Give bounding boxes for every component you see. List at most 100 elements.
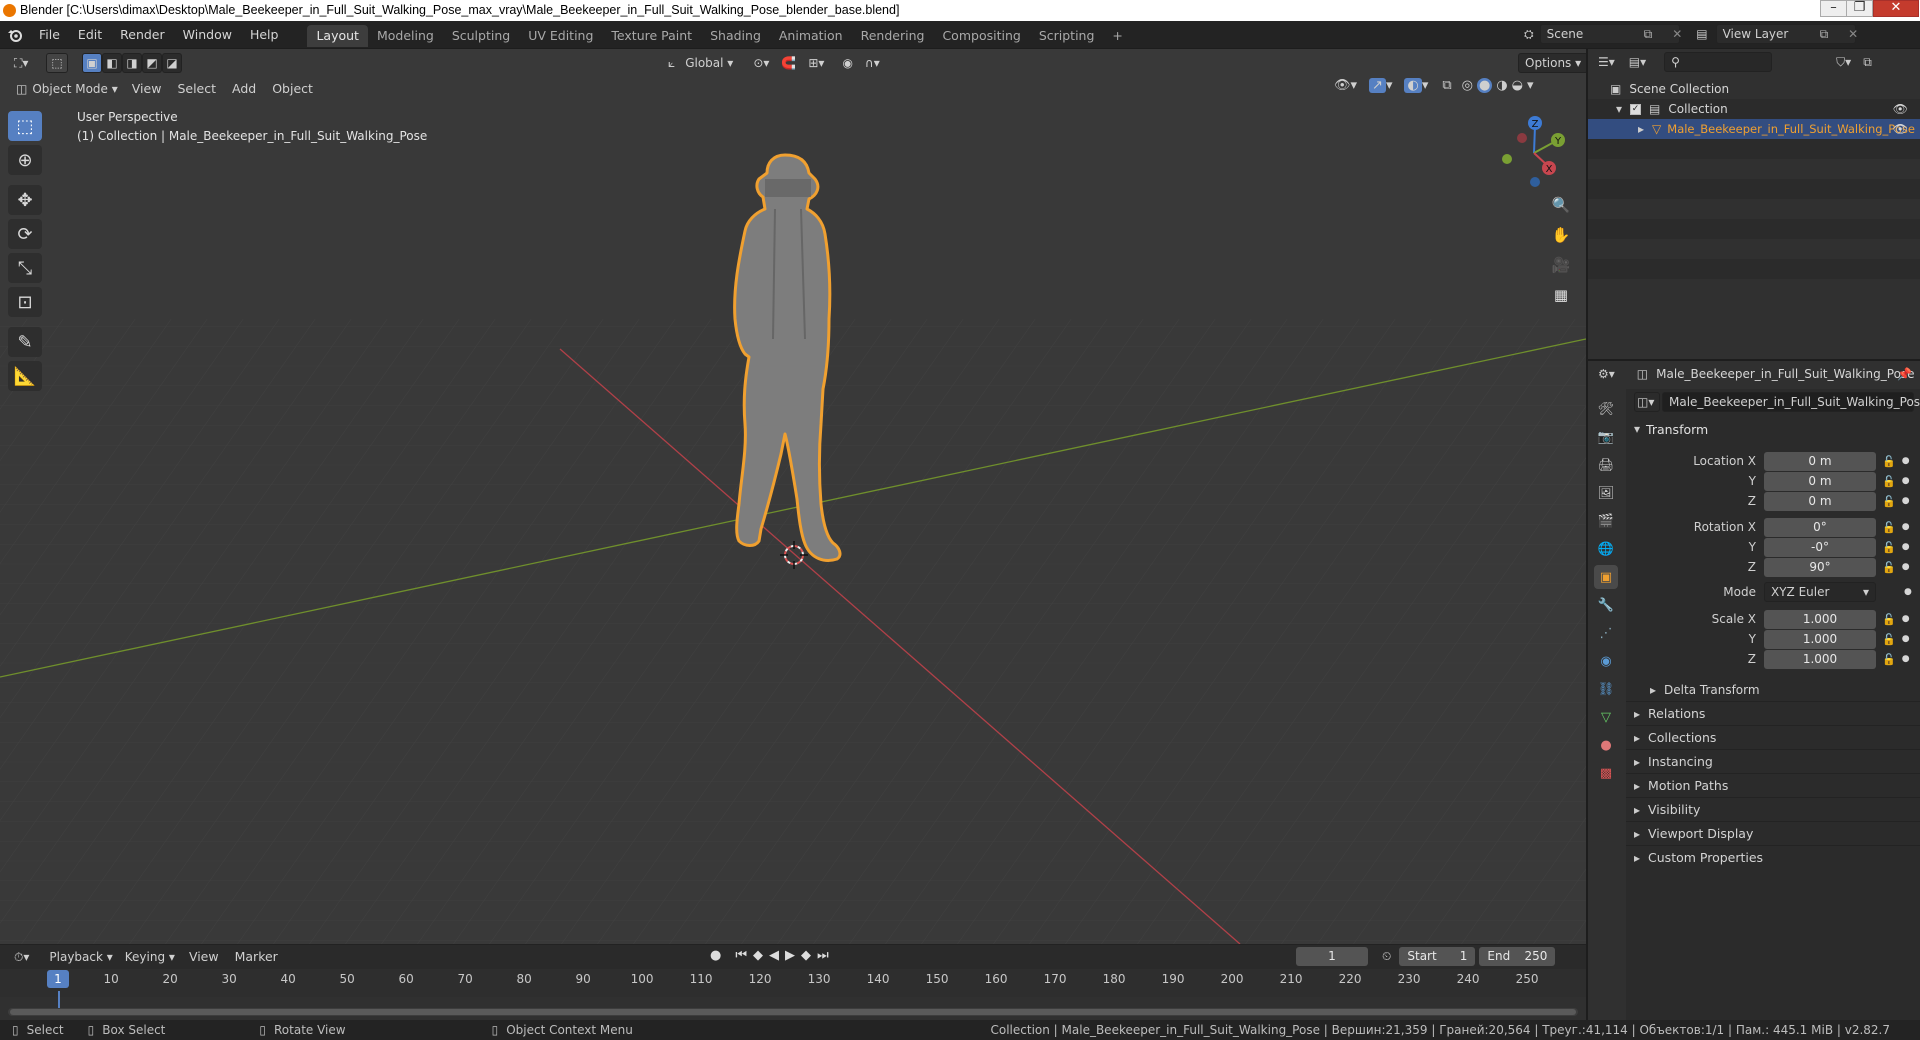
transform-tool-icon[interactable]: ⊡ [8, 287, 42, 317]
expand-arrow-icon[interactable]: ▾ [1616, 102, 1622, 116]
delta-transform-subpanel[interactable]: ▸ Delta Transform [1650, 679, 1760, 701]
tab-uv-editing[interactable]: UV Editing [519, 25, 602, 47]
maximize-button[interactable]: ❐ [1846, 0, 1873, 17]
scene-selector[interactable]: Scene [1539, 24, 1680, 44]
render-tab-icon[interactable]: 📷 [1594, 425, 1618, 449]
select-intersect-icon[interactable]: ◪ [162, 53, 182, 73]
tab-scripting[interactable]: Scripting [1030, 25, 1104, 47]
outliner-search-input[interactable]: ⚲ [1664, 52, 1773, 72]
scene-tab-icon[interactable]: 🎬 [1594, 509, 1618, 533]
keyframe-scale-y-icon[interactable]: ● [1902, 634, 1910, 644]
tab-rendering[interactable]: Rendering [852, 25, 934, 47]
menu-file[interactable]: File [30, 21, 69, 48]
object-mode-dropdown[interactable]: ◫ Object Mode ▾ [10, 79, 124, 99]
object-name-field[interactable]: Male_Beekeeper_in_Full_Suit_Walking_Pose [1662, 392, 1920, 412]
tab-compositing[interactable]: Compositing [933, 25, 1029, 47]
constraints-tab-icon[interactable]: ⛓ [1594, 677, 1618, 701]
rendered-shading-icon[interactable]: ◒ [1512, 78, 1523, 93]
lock-rotation-z-icon[interactable]: 🔓 [1882, 561, 1896, 574]
keyframe-scale-x-icon[interactable]: ● [1902, 614, 1910, 624]
material-shading-icon[interactable]: ◑ [1496, 78, 1507, 93]
properties-editor-type-icon[interactable]: ⚙▾ [1598, 367, 1615, 381]
select-subtract-icon[interactable]: ◨ [122, 53, 142, 73]
view-layer-tab-icon[interactable]: 🖼 [1594, 481, 1618, 505]
rotate-tool-icon[interactable]: ⟳ [8, 219, 42, 249]
modifier-tab-icon[interactable]: 🔧 [1594, 593, 1618, 617]
keyframe-location-y-icon[interactable]: ● [1902, 476, 1910, 486]
timeline-editor[interactable]: ⏱▾ Playback ▾ Keying ▾ View Marker ● ⏮ ◆… [0, 944, 1586, 1020]
panel-instancing[interactable]: ▸ Instancing [1626, 749, 1920, 773]
viewport-menu-view[interactable]: View [124, 78, 170, 100]
solid-shading-icon[interactable]: ● [1476, 78, 1493, 93]
menu-window[interactable]: Window [174, 21, 241, 48]
lock-scale-z-icon[interactable]: 🔓 [1882, 653, 1896, 666]
panel-motion-paths[interactable]: ▸ Motion Paths [1626, 773, 1920, 797]
lock-location-z-icon[interactable]: 🔓 [1882, 495, 1896, 508]
close-window-button[interactable]: ✕ [1873, 0, 1919, 17]
outliner-row-object[interactable]: ▸ ▽ Male_Beekeeper_in_Full_Suit_Walking_… [1588, 119, 1920, 139]
lock-rotation-y-icon[interactable]: 🔓 [1882, 541, 1896, 554]
rotation-y-field[interactable]: -0° [1764, 537, 1876, 557]
camera-view-icon[interactable]: 🎥 [1548, 252, 1574, 278]
keyframe-rotation-x-icon[interactable]: ● [1902, 522, 1910, 532]
ortho-toggle-icon[interactable]: ▦ [1548, 282, 1574, 308]
viewport-menu-object[interactable]: Object [264, 78, 321, 100]
new-scene-icon[interactable]: ⧉ [1644, 27, 1653, 42]
object-data-tab-icon[interactable]: ▽ [1594, 705, 1618, 729]
panel-viewport-display[interactable]: ▸ Viewport Display [1626, 821, 1920, 845]
scale-y-field[interactable]: 1.000 [1764, 629, 1876, 649]
beekeeper-mesh[interactable] [715, 149, 865, 569]
tab-sculpting[interactable]: Sculpting [443, 25, 519, 47]
tab-texture-paint[interactable]: Texture Paint [602, 25, 701, 47]
snap-target-icon[interactable]: ⊞▾ [802, 53, 830, 73]
location-x-field[interactable]: 0 m [1764, 451, 1876, 471]
pan-view-icon[interactable]: ✋ [1548, 222, 1574, 248]
lock-location-y-icon[interactable]: 🔓 [1882, 475, 1896, 488]
measure-tool-icon[interactable]: 📐 [8, 361, 42, 391]
outliner-editor-type-icon[interactable]: ☰▾ [1598, 55, 1615, 69]
navigation-gizmo[interactable]: Z Y X [1490, 111, 1570, 191]
tab-layout[interactable]: Layout [307, 24, 368, 47]
shading-options-icon[interactable]: ▾ [1527, 78, 1534, 93]
wireframe-shading-icon[interactable]: ◎ [1462, 78, 1473, 93]
annotate-tool-icon[interactable]: ✎ [8, 327, 42, 357]
scale-x-field[interactable]: 1.000 [1764, 609, 1876, 629]
new-collection-icon[interactable]: ⧉ [1863, 55, 1872, 70]
rotation-mode-dropdown[interactable]: XYZ Euler ▾ [1764, 582, 1876, 602]
xray-toggle-icon[interactable]: ⧉ [1442, 78, 1451, 93]
collection-visibility-icon[interactable]: 👁 [1893, 102, 1908, 116]
menu-help[interactable]: Help [241, 21, 288, 48]
material-tab-icon[interactable]: ● [1594, 733, 1618, 757]
proportional-falloff-icon[interactable]: ∩▾ [859, 53, 886, 73]
texture-tab-icon[interactable]: ▩ [1594, 761, 1618, 785]
transform-orientation-dropdown[interactable]: Global ▾ [679, 53, 739, 73]
filter-icon[interactable]: ⛉▾ [1836, 55, 1851, 70]
select-mode-icon[interactable]: ⬚ [46, 53, 68, 73]
blender-menu-icon[interactable] [0, 28, 30, 42]
editor-type-icon[interactable]: ⛶▾ [8, 53, 40, 73]
lock-location-x-icon[interactable]: 🔓 [1882, 455, 1896, 468]
physics-tab-icon[interactable]: ◉ [1594, 649, 1618, 673]
lock-rotation-x-icon[interactable]: 🔓 [1882, 521, 1896, 534]
select-extend-icon[interactable]: ◧ [102, 53, 122, 73]
collection-checkbox[interactable]: ✓ [1630, 103, 1642, 115]
keyframe-location-z-icon[interactable]: ● [1902, 496, 1910, 506]
add-workspace-button[interactable]: + [1103, 25, 1131, 47]
world-tab-icon[interactable]: 🌐 [1594, 537, 1618, 561]
keyframe-rotation-z-icon[interactable]: ● [1902, 562, 1910, 572]
object-data-selector-icon[interactable]: ◫▾ [1634, 392, 1660, 412]
location-z-field[interactable]: 0 m [1764, 491, 1876, 511]
rotation-x-field[interactable]: 0° [1764, 517, 1876, 537]
keyframe-rotation-y-icon[interactable]: ● [1902, 542, 1910, 552]
tab-shading[interactable]: Shading [701, 25, 770, 47]
outliner-row-scene-collection[interactable]: ▣ Scene Collection [1588, 79, 1920, 99]
viewport-menu-add[interactable]: Add [224, 78, 264, 100]
output-tab-icon[interactable]: 🖨 [1594, 453, 1618, 477]
timeline-scrollbar[interactable] [8, 1008, 1578, 1016]
panel-collections[interactable]: ▸ Collections [1626, 725, 1920, 749]
gizmo-toggle-icon[interactable]: ↗ [1369, 78, 1386, 93]
keyframe-scale-z-icon[interactable]: ● [1902, 654, 1910, 664]
3d-viewport[interactable]: ⛶▾ ⬚ ▣ ◧ ◨ ◩ ◪ ⟀ Global ▾ ⊙▾ 🧲 ⊞▾ ◉ ∩▾ O… [0, 49, 1586, 944]
panel-visibility[interactable]: ▸ Visibility [1626, 797, 1920, 821]
view-layer-selector[interactable]: View Layer [1715, 24, 1856, 44]
